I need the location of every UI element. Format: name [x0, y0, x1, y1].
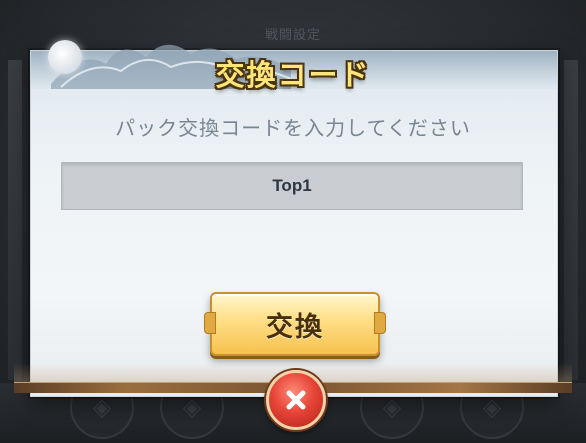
exchange-button-label: 交換	[266, 311, 324, 343]
exchange-button[interactable]: 交換	[204, 292, 386, 356]
background-left-edge	[8, 60, 22, 380]
redeem-code-input[interactable]	[61, 162, 523, 210]
background-right-edge	[564, 60, 578, 380]
dialog-instruction: パック交換コードを入力してください	[115, 116, 471, 140]
close-icon	[286, 390, 306, 410]
dialog-title: 交換コード	[215, 58, 371, 92]
close-button[interactable]	[266, 370, 326, 430]
